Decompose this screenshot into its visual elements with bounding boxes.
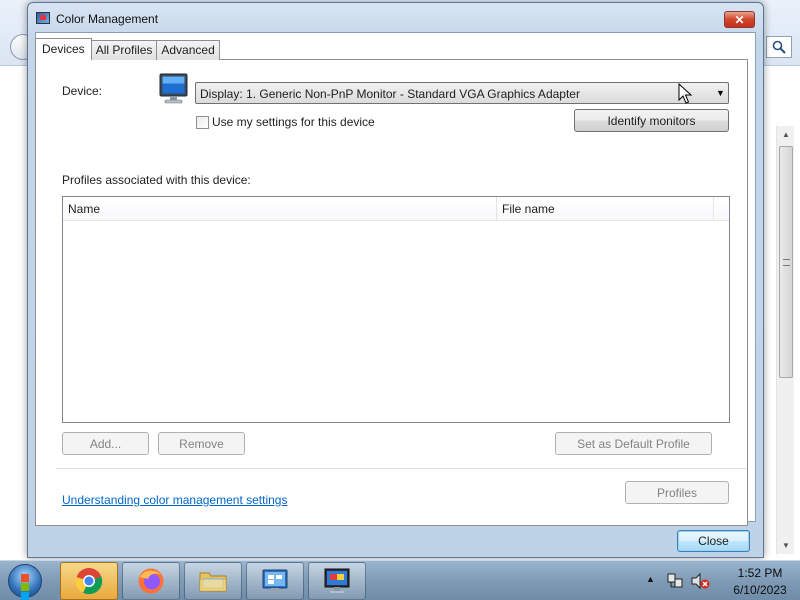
speaker-muted-icon[interactable] xyxy=(690,572,710,590)
scroll-thumb[interactable] xyxy=(779,146,793,378)
chrome-icon xyxy=(75,568,103,595)
add-profile-button[interactable]: Add... xyxy=(62,432,149,455)
tab-advanced[interactable]: Advanced xyxy=(156,40,220,60)
identify-monitors-button[interactable]: Identify monitors xyxy=(574,109,729,132)
search-button[interactable] xyxy=(766,36,792,58)
window-close-button[interactable]: ✕ xyxy=(724,11,755,28)
set-default-profile-button[interactable]: Set as Default Profile xyxy=(555,432,712,455)
window-title: Color Management xyxy=(56,12,159,26)
taskbar-item-chrome[interactable] xyxy=(60,562,118,600)
background-scrollbar[interactable]: ▲ ▼ xyxy=(776,126,794,554)
firefox-icon xyxy=(138,568,164,594)
mouse-cursor-icon xyxy=(678,83,693,104)
show-hidden-icons-icon[interactable]: ▲ xyxy=(646,574,655,584)
understanding-color-management-link[interactable]: Understanding color management settings xyxy=(62,493,287,507)
monitor-icon xyxy=(159,73,188,104)
taskbar-item-file-explorer[interactable] xyxy=(184,562,242,600)
device-label: Device: xyxy=(62,84,103,98)
clock-time[interactable]: 1:52 PM xyxy=(726,566,794,580)
column-header-file-name[interactable]: File name xyxy=(497,197,713,221)
close-icon: ✕ xyxy=(734,12,745,27)
divider xyxy=(56,468,746,469)
search-icon xyxy=(772,40,786,54)
scroll-down-icon[interactable]: ▼ xyxy=(777,537,795,554)
monitor-icon xyxy=(324,568,350,593)
column-separator[interactable] xyxy=(713,197,714,221)
taskbar-item-firefox[interactable] xyxy=(122,562,180,600)
tab-devices[interactable]: Devices xyxy=(35,38,92,60)
device-dropdown-value: Display: 1. Generic Non-PnP Monitor - St… xyxy=(200,87,580,101)
profiles-associated-label: Profiles associated with this device: xyxy=(62,173,251,187)
close-button[interactable]: Close xyxy=(677,530,750,552)
folder-icon xyxy=(199,572,227,592)
taskbar-item-color-management[interactable] xyxy=(308,562,366,600)
use-my-settings-label[interactable]: Use my settings for this device xyxy=(212,115,375,129)
column-header-name[interactable]: Name xyxy=(63,197,497,221)
tab-all-profiles[interactable]: All Profiles xyxy=(90,40,158,60)
taskbar: ▲ 1:52 PM 6/10/2023 xyxy=(0,560,800,600)
scroll-up-icon[interactable]: ▲ xyxy=(777,126,795,143)
color-management-icon xyxy=(36,12,50,24)
chevron-down-icon: ▼ xyxy=(716,88,725,98)
color-management-window: Color Management ✕ Devices All Profiles … xyxy=(27,2,764,558)
device-dropdown[interactable]: Display: 1. Generic Non-PnP Monitor - St… xyxy=(195,82,729,104)
network-icon[interactable] xyxy=(666,572,684,590)
control-panel-icon xyxy=(262,569,288,592)
clock-date[interactable]: 6/10/2023 xyxy=(726,583,794,597)
profiles-button[interactable]: Profiles xyxy=(625,481,729,504)
system-tray: ▲ 1:52 PM 6/10/2023 xyxy=(640,561,800,600)
windows-logo-icon xyxy=(8,564,42,600)
title-bar[interactable]: Color Management ✕ xyxy=(28,3,763,33)
tab-strip: Devices All Profiles Advanced xyxy=(35,38,220,60)
taskbar-item-control-panel[interactable] xyxy=(246,562,304,600)
start-button[interactable] xyxy=(4,562,48,600)
profiles-list[interactable]: Name File name xyxy=(62,196,730,423)
remove-profile-button[interactable]: Remove xyxy=(158,432,245,455)
profiles-list-header: Name File name xyxy=(63,197,729,221)
use-my-settings-checkbox[interactable] xyxy=(196,116,209,129)
